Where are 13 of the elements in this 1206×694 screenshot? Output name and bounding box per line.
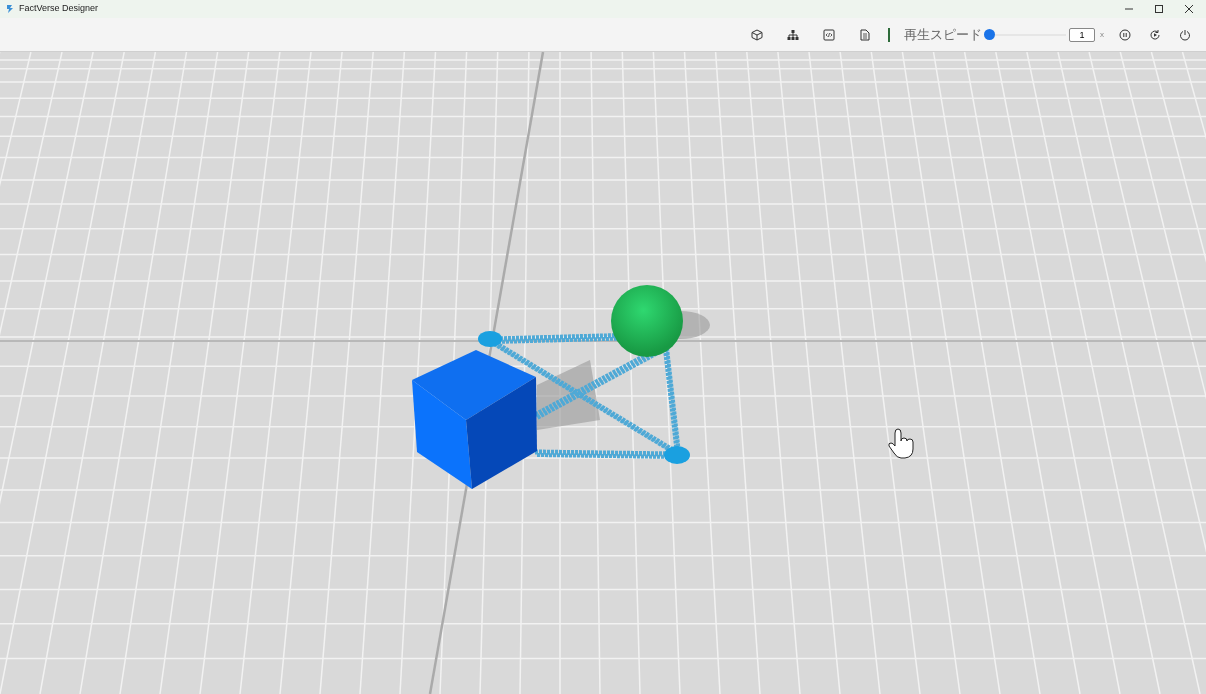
window-title: FactVerse Designer	[19, 2, 99, 16]
node-dot	[664, 446, 690, 464]
maximize-icon[interactable]	[1155, 5, 1163, 13]
speed-unit: x	[1100, 28, 1104, 41]
speed-slider[interactable]	[984, 28, 1066, 41]
node-dot	[478, 331, 502, 347]
close-icon[interactable]	[1185, 5, 1193, 13]
minimize-icon[interactable]	[1125, 5, 1133, 13]
sphere	[611, 285, 683, 357]
hand-cursor-icon	[888, 428, 914, 459]
app-logo-icon	[5, 4, 14, 14]
speed-label: 再生スピード	[904, 26, 982, 43]
speed-input[interactable]: 1	[1069, 27, 1095, 42]
